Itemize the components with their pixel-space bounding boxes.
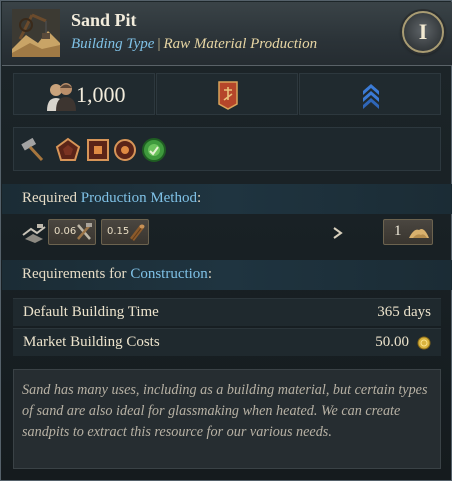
rank-cell [299,73,441,115]
gold-coin-icon [417,336,431,350]
hammer-icon[interactable] [20,137,46,163]
tooltip-header: Sand Pit Building Type | Raw Material Prod… [2,2,452,66]
construction-heading: Requirements for Construction: [2,260,452,290]
arrow-right-icon [333,227,343,239]
input-amount: 0.15 [107,226,130,237]
subtitle-separator: | [157,36,161,52]
building-time-row: Default Building Time 365 days [13,298,441,326]
building-title: Sand Pit [71,10,137,30]
pm-heading-suffix: : [196,190,202,206]
construction-link[interactable]: Construction [130,266,208,282]
production-method-link[interactable]: Production Method [81,190,197,206]
description-box: Sand has many uses, including as a build… [13,369,441,469]
building-type-link[interactable]: Building Type [71,36,154,52]
wood-icon [130,224,145,241]
sand-pit-icon [12,9,60,57]
square-badge-icon[interactable] [85,137,111,163]
building-cost-row: Market Building Costs 50.00 [13,328,441,356]
building-subtitle: Building Type | Raw Material Production [71,36,317,53]
building-tooltip: Sand Pit Building Type | Raw Material Prod… [0,0,452,481]
info-button[interactable]: I [402,11,444,53]
input-amount: 0.06 [54,226,77,237]
quarry-method-icon[interactable] [21,221,47,245]
building-description: Sand has many uses, including as a build… [22,382,428,440]
population-value: 1,000 [76,82,126,107]
pentagon-badge-icon[interactable] [55,137,81,163]
building-time-value: 365 days [377,304,431,320]
banner-icon [218,81,238,110]
circle-badge-icon[interactable] [112,137,138,163]
output-good-sand[interactable]: 1 [383,219,433,245]
building-cost-value: 50.00 [375,334,409,350]
population-cell: 1,000 [13,73,155,115]
con-heading-suffix: : [207,266,212,282]
output-amount: 1 [394,223,402,239]
sand-icon [409,229,429,238]
requirements-icon-strip [13,127,441,171]
pm-heading-prefix: Required [22,190,77,206]
rank-chevrons-icon [363,84,379,109]
building-time-label: Default Building Time [23,304,159,320]
tools-icon [77,223,92,240]
production-method-heading: Required Production Method: [2,184,452,214]
green-seal-icon[interactable] [141,137,167,163]
building-cost-label: Market Building Costs [23,334,160,350]
input-good-wood[interactable]: 0.15 [101,219,149,245]
banner-cell [156,73,298,115]
building-category: Raw Material Production [163,36,318,52]
stats-strip: 1,000 [13,73,441,115]
production-method-row[interactable]: 0.06 0.15 1 [13,216,441,250]
con-heading-prefix: Requirements for [22,266,127,282]
input-good-tools[interactable]: 0.06 [48,219,96,245]
